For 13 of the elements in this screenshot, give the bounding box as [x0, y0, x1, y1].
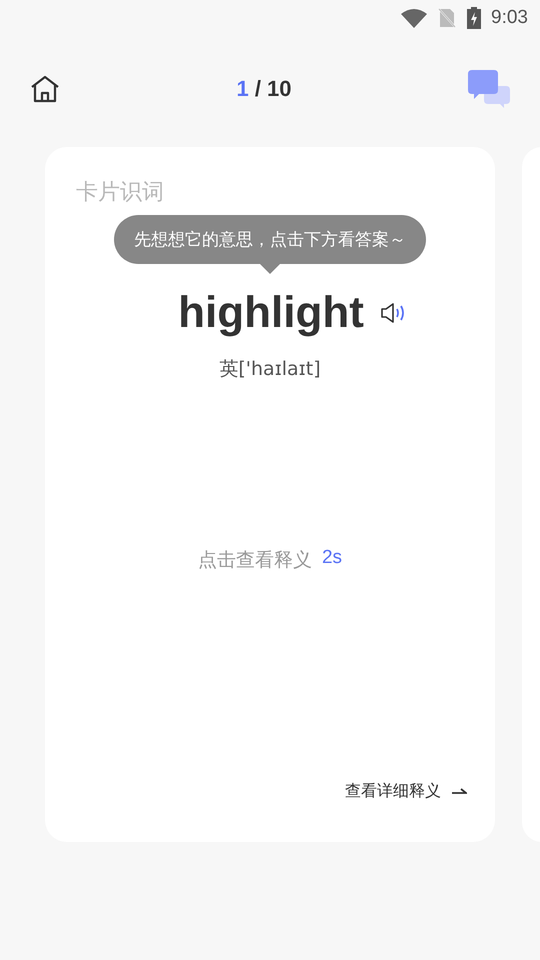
card-counter: 1 / 10 [236, 76, 292, 102]
status-time: 9:03 [491, 7, 528, 29]
wifi-icon [401, 8, 428, 28]
word-text: highlight [178, 288, 364, 338]
battery-charging-icon [467, 7, 482, 29]
speaker-icon[interactable] [380, 302, 406, 324]
hint-tooltip: 先想想它的意思，点击下方看答案～ [114, 215, 426, 274]
phonetic-text: 英['haɪlaɪt] [219, 357, 321, 382]
detail-link[interactable]: 查看详细释义 [345, 781, 467, 802]
home-icon[interactable] [30, 75, 60, 103]
no-sim-icon [437, 7, 458, 29]
reveal-button[interactable]: 点击查看释义 2s [198, 547, 342, 573]
card-title: 卡片识词 [76, 179, 164, 207]
